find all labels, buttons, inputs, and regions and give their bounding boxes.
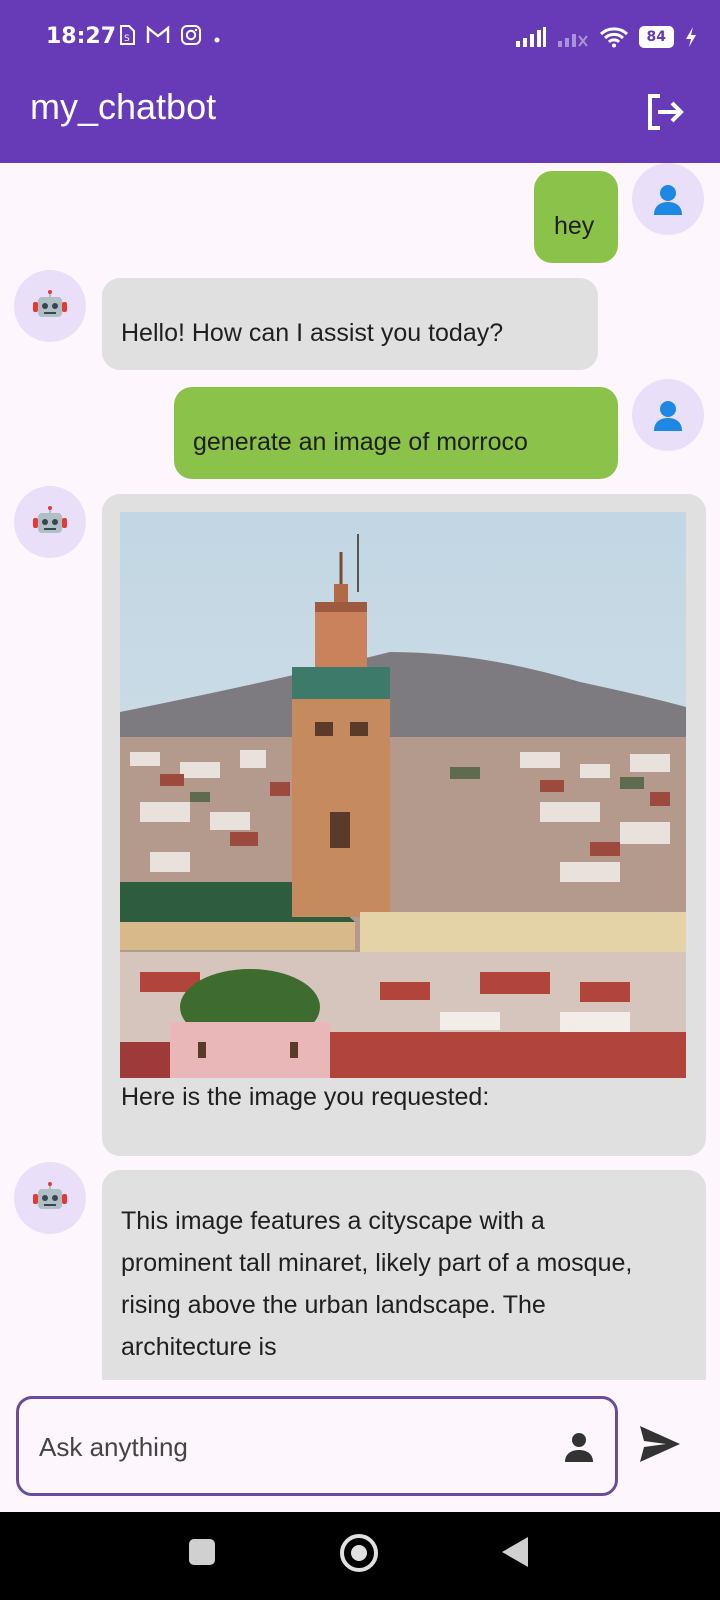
person-icon: [654, 401, 682, 431]
svg-text:S: S: [124, 34, 130, 44]
bot-avatar: [14, 1162, 86, 1234]
user-avatar: [632, 163, 704, 235]
sim-icon: S: [118, 24, 136, 51]
signal-icon: [515, 27, 546, 47]
status-notification-icons: S: [118, 24, 222, 51]
image-caption: Here is the image you requested:: [121, 1083, 490, 1111]
system-nav-bar: [0, 1512, 720, 1600]
top-bar: 18:27 S 84 my_chatbot: [0, 0, 720, 163]
dot-icon: [212, 26, 222, 50]
user-avatar: [632, 379, 704, 451]
message-input-box[interactable]: [16, 1396, 618, 1496]
bot-avatar: [14, 486, 86, 558]
person-icon: [654, 185, 682, 215]
robot-icon: [33, 1182, 67, 1209]
signal-2-icon: [557, 34, 588, 47]
message-input[interactable]: [39, 1425, 519, 1469]
send-icon[interactable]: [636, 1420, 684, 1468]
message-text: This image features a cityscape with a p…: [121, 1207, 633, 1361]
recents-icon[interactable]: [189, 1539, 215, 1565]
input-area: [0, 1380, 720, 1512]
back-icon[interactable]: [502, 1537, 528, 1567]
bot-message-bubble: This image features a cityscape with a p…: [102, 1170, 706, 1380]
home-icon[interactable]: [340, 1534, 378, 1572]
battery-level: 84: [638, 26, 674, 48]
bot-message-bubble: Here is the image you requested:: [102, 494, 706, 1156]
charging-icon: [686, 27, 696, 47]
gmail-icon: [146, 25, 170, 50]
generated-image[interactable]: [120, 512, 686, 1078]
user-message-bubble: generate an image of morroco: [174, 387, 618, 479]
bot-avatar: [14, 270, 86, 342]
status-bar: 18:27 S 84: [0, 0, 720, 80]
status-system-icons: 84: [515, 26, 698, 48]
robot-icon: [33, 290, 67, 317]
message-text: Hello! How can I assist you today?: [121, 319, 504, 347]
logout-icon[interactable]: [642, 90, 686, 134]
status-time: 18:27: [46, 24, 117, 49]
instagram-icon: [180, 24, 202, 51]
message-text: generate an image of morroco: [193, 428, 528, 456]
wifi-icon: [599, 27, 628, 48]
bot-message-bubble: Hello! How can I assist you today?: [102, 278, 598, 370]
robot-icon: [33, 506, 67, 533]
message-text: hey: [554, 212, 595, 240]
chat-list[interactable]: hey Hello! How can I assist you today? g…: [0, 163, 720, 1380]
app-title: my_chatbot: [30, 86, 217, 127]
person-icon[interactable]: [561, 1429, 597, 1465]
user-message-bubble: hey: [534, 171, 618, 263]
